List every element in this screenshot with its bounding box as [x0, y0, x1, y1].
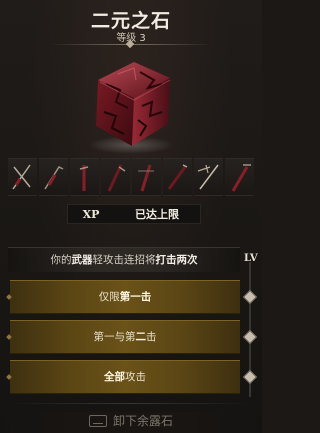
- keyboard-key-icon: [88, 414, 107, 427]
- option-text: 击: [146, 331, 157, 343]
- option-text: 第一与第: [93, 331, 136, 343]
- option-emphasis: 全部: [104, 371, 125, 383]
- effect-description: 你的武器轻攻击连招将打击两次: [8, 247, 240, 272]
- weapon-slot[interactable]: [8, 158, 37, 196]
- option-text: 攻击: [125, 371, 146, 383]
- unequip-button[interactable]: 卸下余露石: [0, 412, 262, 433]
- xp-status: 已达上限: [135, 208, 179, 221]
- footer-divider: [10, 403, 252, 404]
- weapon-slot[interactable]: [194, 158, 223, 196]
- desc-weapon: 武器: [71, 254, 93, 266]
- level-value: 3: [139, 33, 146, 44]
- weapon-slot[interactable]: [70, 158, 99, 196]
- upgrade-option-1[interactable]: 仅限第一击: [6, 280, 240, 314]
- weapon-slot[interactable]: [163, 158, 192, 196]
- option-emphasis: 二: [135, 331, 147, 343]
- weapon-slot[interactable]: [101, 158, 130, 196]
- desc-effect: 打击两次: [155, 254, 198, 266]
- weapon-slot[interactable]: [39, 158, 68, 196]
- title-divider: [50, 44, 212, 45]
- desc-text: 轻攻击连招将: [92, 254, 156, 266]
- rune-stone-image: [76, 54, 186, 154]
- upgrade-option-2[interactable]: 第一与第二击: [6, 320, 240, 354]
- upgrade-option-3[interactable]: 全部攻击: [6, 360, 240, 394]
- weapon-slot[interactable]: [225, 158, 254, 196]
- weapon-strip: [8, 158, 254, 196]
- option-emphasis: 第一击: [119, 291, 152, 303]
- option-text: 仅限: [98, 291, 120, 303]
- xp-status-bar: XP 已达上限: [67, 204, 201, 224]
- weapon-slot[interactable]: [132, 158, 161, 196]
- xp-label: XP: [82, 207, 100, 221]
- unequip-label: 卸下余露石: [112, 414, 173, 428]
- desc-text: 你的: [50, 254, 72, 266]
